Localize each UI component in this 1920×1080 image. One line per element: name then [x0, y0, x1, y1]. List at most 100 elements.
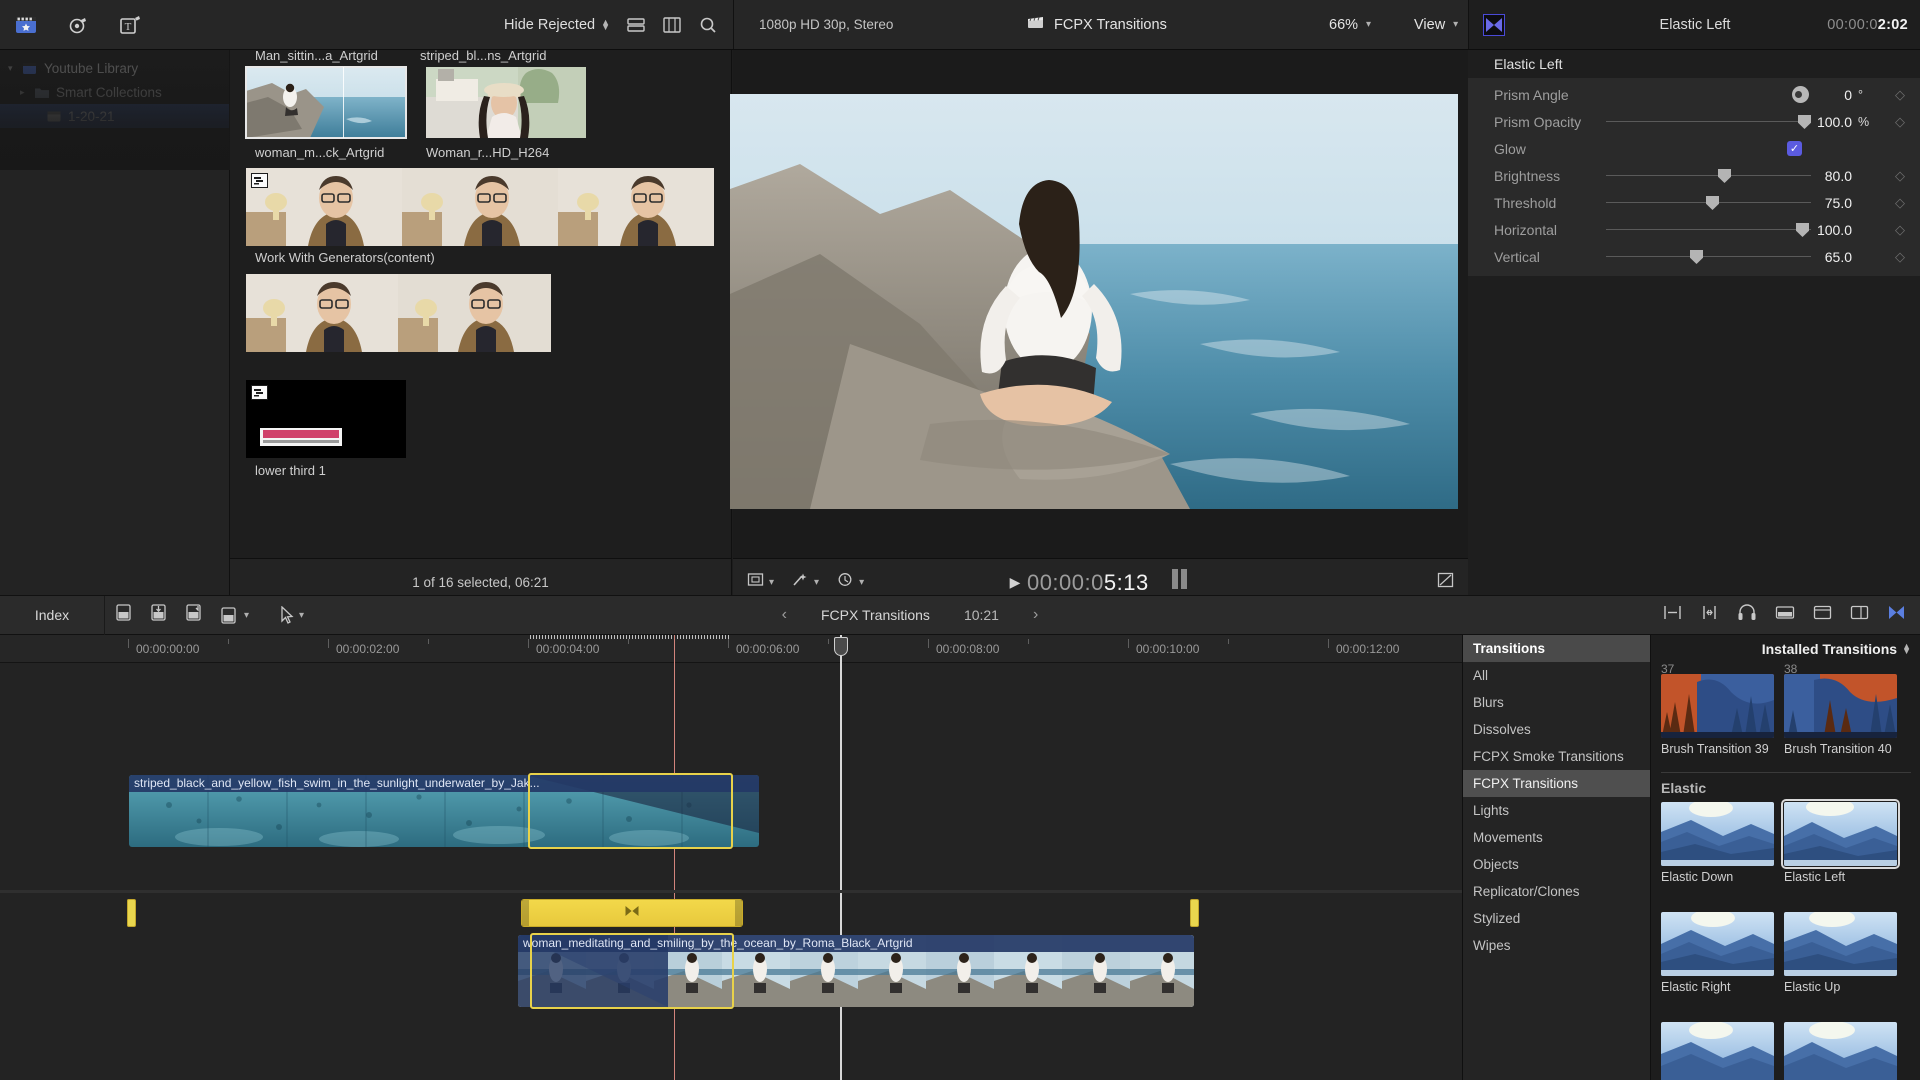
- sidebar-item-youtube-library[interactable]: ▾ Youtube Library: [0, 56, 229, 80]
- keyframe-icon[interactable]: ◇: [1880, 114, 1920, 130]
- clip-filmstrip-work-with-generators[interactable]: [246, 168, 714, 246]
- index-panel-icon[interactable]: [1813, 604, 1832, 626]
- transition-item-elastic-down[interactable]: Elastic Down: [1661, 802, 1774, 884]
- clip-appearance-icon[interactable]: [1775, 604, 1795, 626]
- category-wipes[interactable]: Wipes: [1463, 932, 1650, 959]
- category-fcpx-transitions[interactable]: FCPX Transitions: [1463, 770, 1650, 797]
- transition-thumbnail[interactable]: [1781, 799, 1900, 869]
- category-stylized[interactable]: Stylized: [1463, 905, 1650, 932]
- param-control-dial[interactable]: [1600, 81, 1809, 108]
- transition-item-next-row-left[interactable]: [1661, 1022, 1774, 1080]
- slider-track[interactable]: [1606, 229, 1811, 230]
- chevron-left-icon[interactable]: ‹: [782, 606, 787, 624]
- insert-icon[interactable]: [150, 603, 169, 627]
- sidebar-item-smart-collections[interactable]: ▸ Smart Collections: [0, 80, 229, 104]
- search-icon[interactable]: [698, 15, 718, 35]
- param-control-checkbox[interactable]: ✓: [1600, 135, 1802, 162]
- param-value[interactable]: 0: [1768, 87, 1854, 103]
- dial-knob[interactable]: [1792, 86, 1809, 103]
- param-row-threshold[interactable]: Threshold 75.0 ◇: [1468, 189, 1920, 216]
- keyword-icon[interactable]: [66, 13, 92, 37]
- filmstrip-view-icon[interactable]: [662, 15, 682, 35]
- media-browser[interactable]: Man_sittin...a_Artgrid striped_bl...ns_A…: [230, 50, 732, 558]
- library-sidebar[interactable]: ▾ Youtube Library ▸ Smart Collections 1-…: [0, 50, 230, 605]
- keyframe-icon[interactable]: ◇: [1880, 195, 1920, 211]
- fullscreen-button[interactable]: [1437, 572, 1454, 593]
- snapping-icon[interactable]: [1700, 604, 1719, 626]
- installed-transitions-dropdown[interactable]: Installed Transitions ▲ ▼: [1651, 635, 1920, 662]
- timeline-transition-right[interactable]: [1190, 899, 1199, 927]
- transitions-browser-icon[interactable]: [1887, 604, 1906, 626]
- category-movements[interactable]: Movements: [1463, 824, 1650, 851]
- play-icon[interactable]: ▶: [1010, 574, 1021, 590]
- glow-checkbox[interactable]: ✓: [1787, 141, 1802, 156]
- transitions-category-sidebar[interactable]: Transitions All Blurs Dissolves FCPX Smo…: [1463, 635, 1651, 1080]
- audio-meter-icon[interactable]: [1169, 568, 1191, 595]
- zoom-dropdown[interactable]: 66% ▾: [1329, 17, 1371, 33]
- slider-track[interactable]: [1606, 121, 1811, 122]
- disclosure-triangle-icon[interactable]: ▸: [20, 87, 28, 98]
- timeline-clip-striped-fish[interactable]: striped_black_and_yellow_fish_swim_in_th…: [129, 775, 759, 847]
- keyframe-icon[interactable]: ◇: [1880, 249, 1920, 265]
- disclosure-triangle-icon[interactable]: ▾: [8, 63, 16, 74]
- viewer-timecode[interactable]: ▶ 00:00:05:13: [733, 568, 1468, 596]
- slider-knob[interactable]: [1706, 196, 1719, 210]
- param-row-glow[interactable]: Glow ✓: [1468, 135, 1920, 162]
- timeline-clip-woman-meditating[interactable]: woman_meditating_and_smiling_by_the_ocea…: [518, 935, 1194, 1007]
- timeline-index-button[interactable]: Index: [0, 595, 105, 635]
- slider-knob[interactable]: [1690, 250, 1703, 264]
- param-row-vertical[interactable]: Vertical 65.0 ◇: [1468, 243, 1920, 270]
- trim-icon[interactable]: [1663, 604, 1682, 626]
- param-row-horizontal[interactable]: Horizontal 100.0 ◇: [1468, 216, 1920, 243]
- timeline-transition-elastic-left[interactable]: [521, 899, 743, 927]
- overwrite-dropdown[interactable]: ▾: [220, 606, 249, 625]
- connect-icon[interactable]: [185, 603, 204, 627]
- title-icon[interactable]: T: [118, 13, 144, 37]
- transitions-grid-panel[interactable]: Installed Transitions ▲ ▼ 37 38 Brush Tr…: [1651, 635, 1920, 1080]
- slider-track[interactable]: [1606, 175, 1811, 176]
- transition-thumbnail[interactable]: [1661, 802, 1774, 866]
- category-replicator-clones[interactable]: Replicator/Clones: [1463, 878, 1650, 905]
- param-row-brightness[interactable]: Brightness 80.0 ◇: [1468, 162, 1920, 189]
- clip-thumbnail-woman-meditating[interactable]: [245, 66, 407, 139]
- list-view-icon[interactable]: [626, 15, 646, 35]
- transition-thumbnail[interactable]: [1784, 912, 1897, 976]
- param-row-prism-angle[interactable]: Prism Angle 0 ° ◇: [1468, 81, 1920, 108]
- transition-item-elastic-right[interactable]: Elastic Right: [1661, 912, 1774, 994]
- view-dropdown[interactable]: View ▾: [1414, 17, 1458, 33]
- timeline-playhead[interactable]: [834, 635, 848, 1080]
- playhead-handle[interactable]: [834, 637, 848, 656]
- param-control-slider[interactable]: [1600, 216, 1811, 243]
- keyframe-icon[interactable]: ◇: [1880, 168, 1920, 184]
- timeline-transition-far-left[interactable]: [127, 899, 136, 927]
- transition-thumbnail[interactable]: [1661, 1022, 1774, 1080]
- audio-icon[interactable]: [1737, 604, 1757, 626]
- param-row-prism-opacity[interactable]: Prism Opacity 100.0 % ◇: [1468, 108, 1920, 135]
- category-blurs[interactable]: Blurs: [1463, 689, 1650, 716]
- timeline-panel[interactable]: 00:00:00:00 00:00:02:00 00:00:04:00 00:0…: [0, 635, 1462, 1080]
- param-control-slider[interactable]: [1600, 108, 1811, 135]
- sidebar-item-1-20-21[interactable]: 1-20-21: [0, 104, 229, 128]
- keyframe-icon[interactable]: ◇: [1880, 222, 1920, 238]
- keyframe-icon[interactable]: ◇: [1880, 87, 1920, 103]
- category-all[interactable]: All: [1463, 662, 1650, 689]
- chevron-right-icon[interactable]: ›: [1033, 606, 1038, 624]
- clip-thumbnail-woman-running[interactable]: [426, 67, 586, 138]
- param-control-slider[interactable]: [1600, 189, 1811, 216]
- slider-track[interactable]: [1606, 256, 1811, 257]
- append-icon[interactable]: [115, 603, 134, 627]
- transition-item-brush-40[interactable]: Brush Transition 40: [1784, 674, 1897, 756]
- timeline-ruler[interactable]: 00:00:00:00 00:00:02:00 00:00:04:00 00:0…: [0, 635, 1462, 663]
- hide-rejected-dropdown[interactable]: Hide Rejected ▲ ▼: [504, 17, 610, 33]
- clip-filmstrip-generators-continued[interactable]: [246, 274, 551, 352]
- transition-item-elastic-left[interactable]: Elastic Left: [1781, 799, 1900, 884]
- transition-item-elastic-up[interactable]: Elastic Up: [1784, 912, 1897, 994]
- transition-item-brush-39[interactable]: Brush Transition 39: [1661, 674, 1774, 756]
- inspector-panel[interactable]: Elastic Left Prism Angle 0 ° ◇ Prism Opa…: [1468, 50, 1920, 605]
- clip-thumbnail-lower-third[interactable]: [246, 380, 406, 458]
- transition-handle-right[interactable]: [735, 900, 742, 926]
- category-objects[interactable]: Objects: [1463, 851, 1650, 878]
- select-tool-dropdown[interactable]: ▾: [279, 605, 304, 625]
- slider-knob[interactable]: [1718, 169, 1731, 183]
- category-fcpx-smoke-transitions[interactable]: FCPX Smoke Transitions: [1463, 743, 1650, 770]
